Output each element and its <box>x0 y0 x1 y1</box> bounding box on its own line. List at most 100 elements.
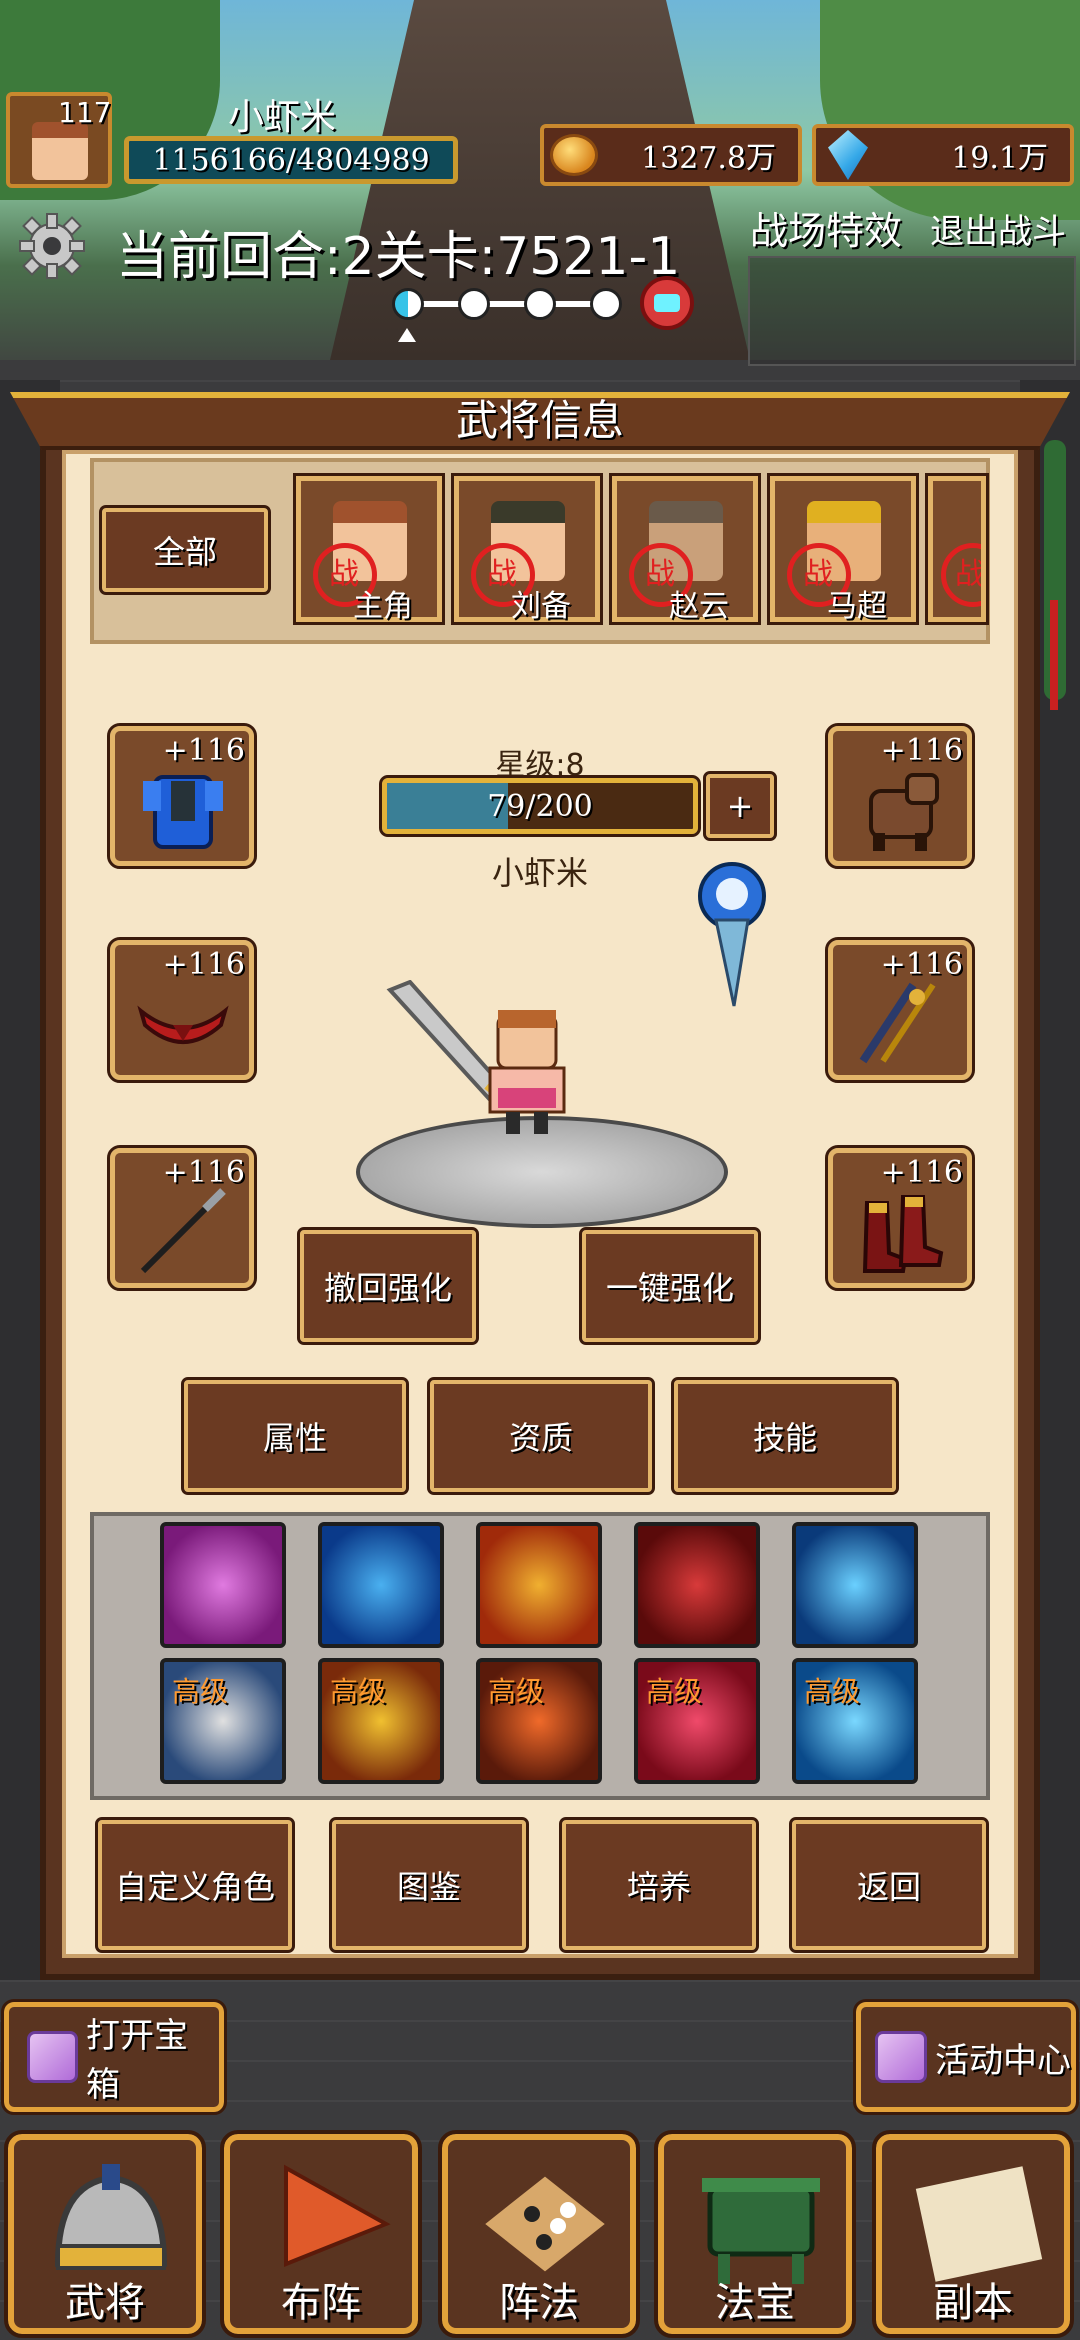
star-progress-text: 79/200 <box>487 788 593 824</box>
skill-tier-tag: 高级 <box>488 1675 545 1708</box>
player-level: 117 <box>58 96 112 129</box>
nav-formation-label: 布阵 <box>281 2280 361 2326</box>
diamond-icon <box>828 130 868 180</box>
wave-node <box>524 288 556 320</box>
battle-effects-link[interactable]: 战场特效 <box>750 200 902 255</box>
hanging-tassel <box>1050 600 1058 710</box>
equip-bonus: +116 <box>880 1155 963 1190</box>
train-button[interactable]: 培养 <box>559 1817 759 1953</box>
skill-tier-tag: 高级 <box>330 1675 387 1708</box>
wave-node-current <box>392 288 424 320</box>
hero-sprite <box>386 980 566 1134</box>
customize-role-button[interactable]: 自定义角色 <box>95 1817 295 1953</box>
hero-card[interactable]: 战 主角 <box>293 473 445 625</box>
ice-shield-skill-icon[interactable]: 高级 <box>792 1658 918 1784</box>
wave-node <box>458 288 490 320</box>
equip-slot-mount[interactable]: +116 <box>825 723 975 869</box>
round-stage-text: 当前回合:2关卡:7521-1 <box>116 227 681 287</box>
exit-battle-link[interactable]: 退出战斗 <box>930 204 1066 253</box>
shield-skill-icon[interactable] <box>476 1522 602 1648</box>
avatar-face-icon <box>32 122 88 180</box>
activity-center-label: 活动中心 <box>935 2040 1071 2081</box>
activity-icon <box>875 2031 927 2083</box>
gem-value: 19.1万 <box>951 141 1048 176</box>
nav-tactics-label: 阵法 <box>499 2280 579 2326</box>
nav-dungeon-label: 副本 <box>933 2280 1013 2326</box>
nav-generals-label: 武将 <box>65 2280 145 2326</box>
spirit-pet-icon <box>698 862 766 1007</box>
armor-icon <box>143 775 223 849</box>
nav-generals[interactable]: 武将 <box>4 2130 206 2338</box>
hero-card[interactable]: 战 赵云 <box>609 473 761 625</box>
open-chest-button[interactable]: 打开宝箱 <box>1 1999 227 2115</box>
wave-pointer-icon <box>398 328 416 342</box>
wave-node <box>590 288 622 320</box>
hero-name-label: 小虾米 <box>491 854 588 892</box>
hero-card-name: 赵云 <box>669 589 729 624</box>
filter-all-button[interactable]: 全部 <box>99 505 271 595</box>
hero-card-name: 马超 <box>827 589 887 624</box>
hero-card-name: 主角 <box>353 589 413 624</box>
nav-dungeon[interactable]: 副本 <box>872 2130 1074 2338</box>
tab-skills[interactable]: 技能 <box>671 1377 899 1495</box>
hero-card[interactable]: 战 刘备 <box>451 473 603 625</box>
skill-tier-tag: 高级 <box>804 1675 861 1708</box>
gold-counter[interactable]: 1327.8万 <box>540 124 802 186</box>
ring-skill-icon[interactable] <box>318 1522 444 1648</box>
heal-skill-icon[interactable]: 高级 <box>634 1658 760 1784</box>
skill-tier-tag: 高级 <box>646 1675 703 1708</box>
codex-button[interactable]: 图鉴 <box>329 1817 529 1953</box>
boss-icon <box>640 276 694 330</box>
panel-title: 武将信息 <box>455 396 624 445</box>
nav-tactics[interactable]: 阵法 <box>438 2130 640 2338</box>
star-progress-bar: 79/200 <box>379 775 701 837</box>
tab-aptitude[interactable]: 资质 <box>427 1377 655 1495</box>
open-chest-label: 打开宝箱 <box>85 2016 188 2105</box>
hero-card-partial[interactable]: 战 <box>925 473 989 625</box>
equip-bonus: +116 <box>162 947 245 982</box>
auto-enhance-button[interactable]: 一键强化 <box>579 1227 761 1345</box>
exp-text: 1156166/4804989 <box>152 142 430 178</box>
equip-slot-belt[interactable]: +116 <box>107 937 257 1083</box>
activity-center-button[interactable]: 活动中心 <box>853 1999 1079 2115</box>
nav-treasure-label: 法宝 <box>715 2280 795 2326</box>
meteor-skill-icon[interactable]: 高级 <box>318 1658 444 1784</box>
equip-bonus: +116 <box>880 947 963 982</box>
equip-slot-accessory[interactable]: +116 <box>825 937 975 1083</box>
claw-skill-icon[interactable] <box>634 1522 760 1648</box>
star-upgrade-button[interactable]: + <box>703 771 777 841</box>
boots-icon <box>862 1195 944 1273</box>
spear-icon <box>140 1188 226 1274</box>
equip-slot-boots[interactable]: +116 <box>825 1145 975 1291</box>
equip-bonus: +116 <box>162 1155 245 1190</box>
back-button[interactable]: 返回 <box>789 1817 989 1953</box>
revert-enhance-button[interactable]: 撤回强化 <box>297 1227 479 1345</box>
exp-bar: 1156166/4804989 <box>124 136 458 184</box>
skill-tier-tag: 高级 <box>172 1675 229 1708</box>
rage-skill-icon[interactable]: 高级 <box>476 1658 602 1784</box>
equip-slot-armor[interactable]: +116 <box>107 723 257 869</box>
tab-attributes[interactable]: 属性 <box>181 1377 409 1495</box>
nav-formation[interactable]: 布阵 <box>220 2130 422 2338</box>
wave-progress-line <box>404 301 614 307</box>
gear-icon[interactable] <box>16 210 88 282</box>
chest-icon <box>27 2031 78 2083</box>
nav-treasure[interactable]: 法宝 <box>654 2130 856 2338</box>
hero-card[interactable]: 战 马超 <box>767 473 919 625</box>
whirlwind-skill-icon[interactable] <box>160 1522 286 1648</box>
hero-card-name: 刘备 <box>511 589 571 624</box>
gold-coin-icon <box>550 134 598 176</box>
battle-effects-panel <box>748 256 1076 366</box>
equip-slot-weapon[interactable]: +116 <box>107 1145 257 1291</box>
equip-bonus: +116 <box>880 733 963 768</box>
equip-bonus: +116 <box>162 733 245 768</box>
player-name: 小虾米 <box>228 97 337 138</box>
gem-counter[interactable]: 19.1万 <box>812 124 1074 186</box>
gold-value: 1327.8万 <box>641 141 776 176</box>
belt-icon <box>137 1005 229 1044</box>
beast-mount-icon <box>869 773 939 851</box>
battle-badge-text: 战 <box>955 557 985 592</box>
sword-shield-skill-icon[interactable]: 高级 <box>160 1658 286 1784</box>
twin-blades-icon <box>859 982 936 1064</box>
frost-skill-icon[interactable] <box>792 1522 918 1648</box>
